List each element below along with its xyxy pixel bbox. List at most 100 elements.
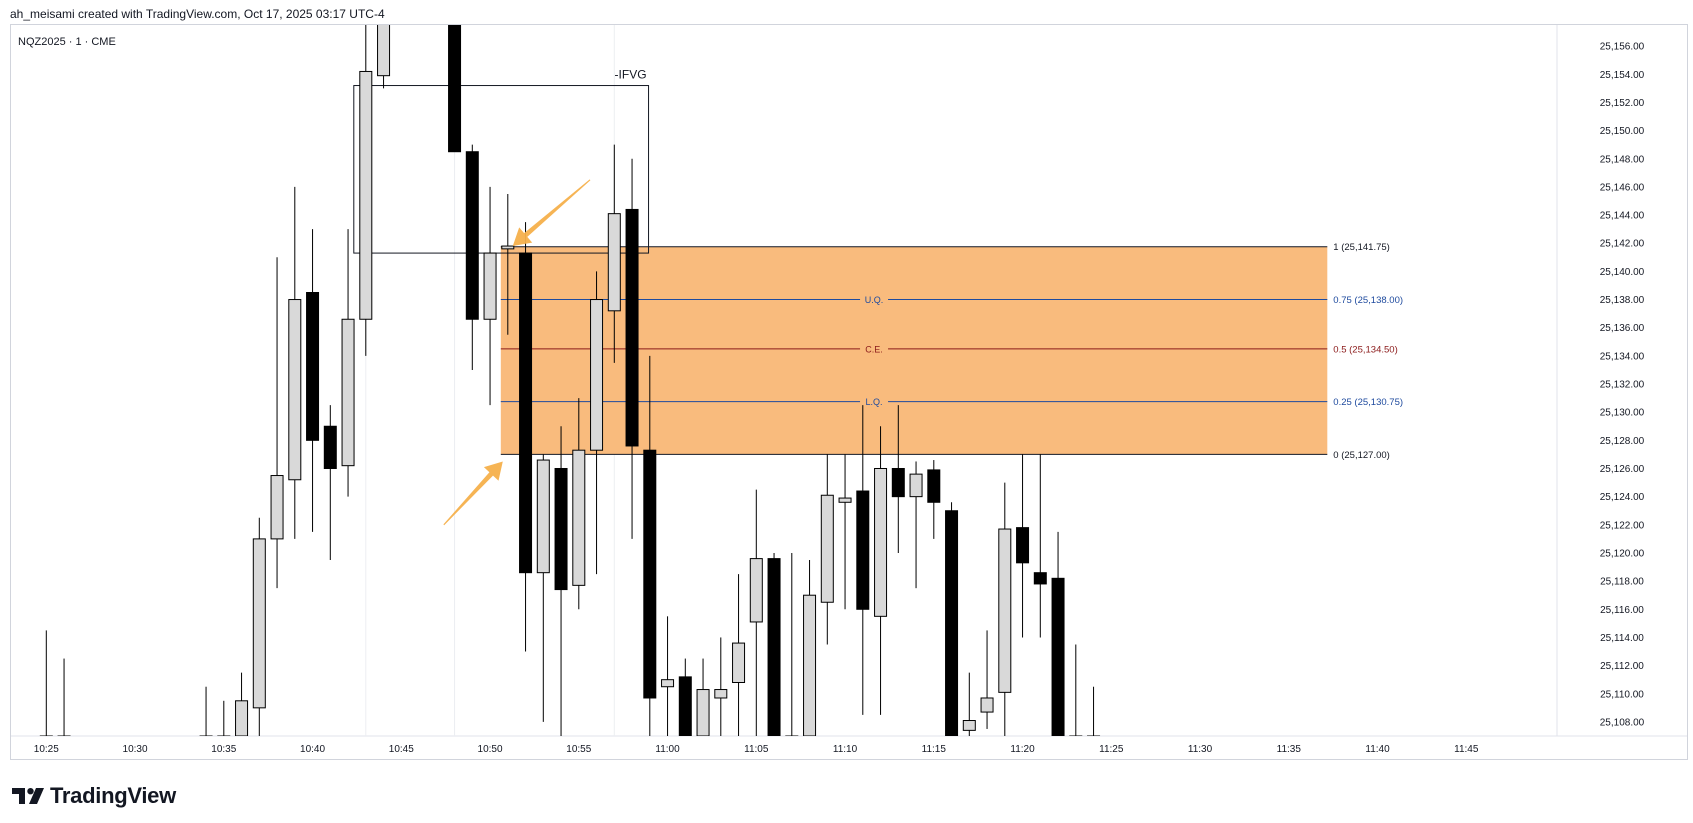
time-tick-label: 11:00 [655,744,680,755]
candle-body [536,459,550,574]
fib-zone[interactable]: U.Q. C.E. L.Q. [500,246,1328,455]
time-axis[interactable]: 10:25 10:30 10:35 10:40 10:45 10:50 10:55 11:00… [34,744,1479,755]
candle-body [341,318,355,467]
fib-level-label: 0.75 (25,138.00) [1333,295,1403,306]
candle-body [323,425,337,469]
price-tick-label: 25,134.00 [1600,351,1645,362]
price-tick-label: 25,132.00 [1600,380,1645,391]
ifvg-rectangle [353,85,650,254]
candle-body [377,25,391,77]
price-tick-label: 25,148.00 [1600,154,1645,165]
ifvg-box[interactable]: -IFVG [353,68,650,254]
candle-body [501,245,515,250]
candle-body [909,473,923,498]
candle-body [235,700,249,736]
candle-body [448,25,462,153]
candle-body [732,642,746,683]
candle-body [767,558,781,736]
candle-body [252,538,266,709]
fib-level-label: 0.5 (25,134.50) [1333,344,1397,355]
time-tick-label: 10:30 [123,744,148,755]
fib-level-label: 0 (25,127.00) [1333,450,1390,461]
price-tick-label: 25,124.00 [1600,492,1645,503]
time-tick-label: 10:45 [389,744,414,755]
price-tick-label: 25,154.00 [1600,70,1645,81]
candle-body [306,292,320,441]
price-tick-label: 25,136.00 [1600,323,1645,334]
candle-body [962,720,976,731]
price-tick-label: 25,110.00 [1600,689,1644,700]
candle-body [1033,572,1047,585]
fib-level-label: 0.25 (25,130.75) [1333,397,1403,408]
fib-zone-fill [500,246,1328,455]
price-tick-label: 25,144.00 [1600,211,1645,222]
candle-body [607,213,621,312]
time-tick-label: 11:10 [833,744,858,755]
candle-body [465,151,479,320]
candle-body [270,475,284,540]
time-tick-label: 11:45 [1454,744,1479,755]
candle-body [891,467,905,498]
time-tick-label: 11:05 [744,744,769,755]
price-tick-label: 25,150.00 [1600,126,1645,137]
candle-body [714,689,728,699]
time-tick-label: 11:20 [1010,744,1035,755]
time-tick-label: 11:35 [1277,744,1302,755]
candle-body [554,467,568,591]
candle-body [1016,527,1030,564]
fib-mid-label: L.Q. [866,397,883,407]
candle-body [678,676,692,736]
candle-body [519,252,533,574]
candle-body [359,70,373,320]
price-tick-label: 25,128.00 [1600,436,1645,447]
plot-area[interactable]: U.Q. C.E. L.Q. -IFVG [39,18,1328,738]
candle-body [980,697,994,713]
candle-body [998,528,1012,693]
candle-body [661,679,675,688]
time-tick-label: 10:40 [300,744,325,755]
time-tick-label: 10:35 [211,744,236,755]
price-tick-label: 25,146.00 [1600,182,1645,193]
chart-canvas[interactable]: U.Q. C.E. L.Q. -IFVG 1 (25,141.75) 0.75 (25… [0,0,1693,823]
time-tick-label: 10:55 [566,744,591,755]
candle-body [820,494,834,603]
price-tick-label: 25,112.00 [1600,661,1644,672]
candle-body [288,299,302,481]
price-tick-label: 25,142.00 [1600,239,1645,250]
fib-mid-label: U.Q. [865,295,884,305]
price-tick-label: 25,130.00 [1600,408,1645,419]
price-tick-label: 25,138.00 [1600,295,1645,306]
symbol-label: NQZ2025 · 1 · CME [18,36,116,48]
price-tick-label: 25,116.00 [1600,605,1644,616]
price-tick-label: 25,114.00 [1600,633,1644,644]
arrow-lower [443,461,503,526]
candle-body [590,299,604,451]
price-tick-label: 25,118.00 [1600,577,1644,588]
candle-body [945,510,959,736]
price-tick-label: 25,108.00 [1600,717,1645,728]
candle-body [572,449,586,586]
time-tick-label: 11:15 [922,744,947,755]
price-tick-label: 25,122.00 [1600,520,1645,531]
candle-body [1051,577,1065,736]
fib-mid-label: C.E. [865,344,883,354]
time-tick-label: 11:30 [1188,744,1213,755]
time-tick-label: 11:25 [1099,744,1124,755]
price-tick-label: 25,156.00 [1600,42,1645,53]
candle-body [803,594,817,736]
candle-body [927,469,941,503]
price-axis[interactable]: 25,108.00 25,110.00 25,112.00 25,114.00 25,1… [1600,42,1645,729]
candle-body [838,497,852,503]
candle-body [874,467,888,617]
tradingview-logo-icon [12,788,44,804]
tradingview-brand-text: TradingView [50,783,176,808]
time-tick-label: 11:40 [1365,744,1390,755]
fib-level-label: 1 (25,141.75) [1333,242,1390,253]
candle-body [749,558,763,623]
price-tick-label: 25,120.00 [1600,548,1645,559]
time-tick-label: 10:50 [478,744,503,755]
tradingview-logo[interactable]: TradingView [12,783,176,809]
candle-body [696,689,710,736]
price-tick-label: 25,140.00 [1600,267,1645,278]
candle-body [483,252,497,320]
